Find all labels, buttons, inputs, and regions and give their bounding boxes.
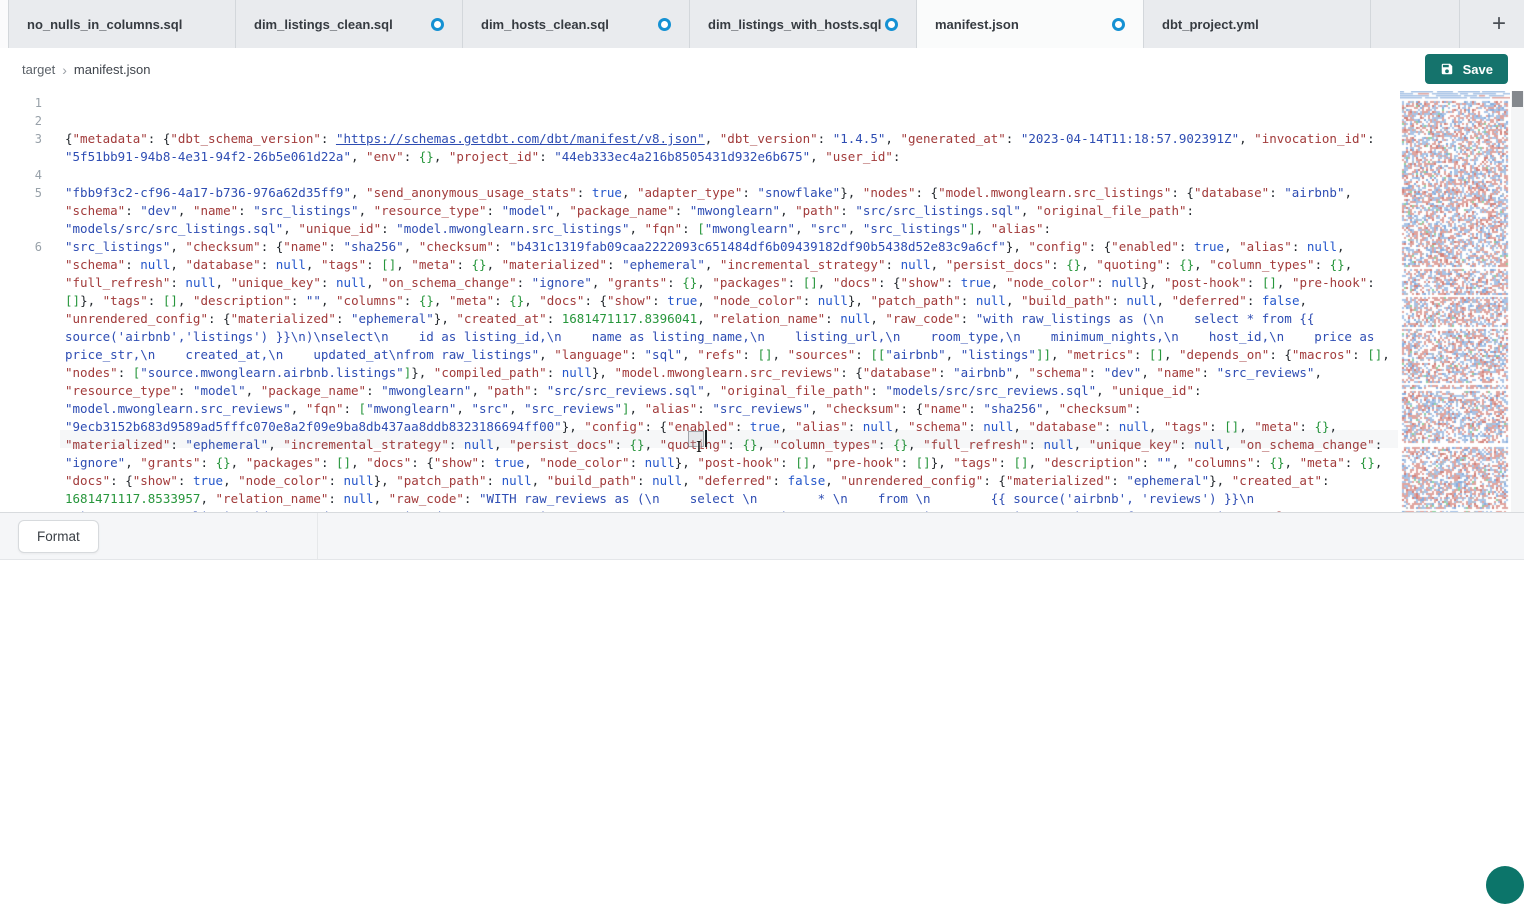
line-number: 2 xyxy=(0,112,65,130)
unsaved-changes-dot-icon xyxy=(885,18,898,31)
tab-label: no_nulls_in_columns.sql xyxy=(27,17,182,32)
line-number: 4 xyxy=(0,166,65,184)
scrollbar-thumb[interactable] xyxy=(1512,91,1523,107)
minimap-canvas xyxy=(1400,91,1510,512)
tab-manifest.json[interactable]: manifest.json xyxy=(917,0,1144,48)
tab-strip-lead xyxy=(0,0,9,48)
plus-icon: + xyxy=(1492,10,1506,38)
tab-dbt_project.yml[interactable]: dbt_project.yml xyxy=(1144,0,1371,48)
code-lines: 1 2 3{"metadata": {"dbt_schema_version":… xyxy=(0,91,1400,512)
code-line-text[interactable] xyxy=(65,94,1400,112)
line-number: 5 xyxy=(0,184,65,238)
breadcrumb-segment-file: manifest.json xyxy=(74,62,151,77)
bottom-toolbar-divider xyxy=(317,513,318,559)
line-number: 3 xyxy=(0,130,65,166)
unsaved-changes-dot-icon xyxy=(658,18,671,31)
code-line-text[interactable]: "src_listings", "checksum": {"name": "sh… xyxy=(65,238,1400,512)
code-line-text[interactable] xyxy=(65,112,1400,130)
format-button[interactable]: Format xyxy=(18,520,99,553)
code-editor[interactable]: 1 2 3{"metadata": {"dbt_schema_version":… xyxy=(0,91,1400,512)
tab-bar-divider xyxy=(1459,0,1460,48)
unsaved-changes-dot-icon xyxy=(431,18,444,31)
tab-dim_listings_clean.sql[interactable]: dim_listings_clean.sql xyxy=(236,0,463,48)
matching-bracket-highlight xyxy=(688,431,704,447)
text-caret xyxy=(705,430,707,447)
code-line-text[interactable] xyxy=(65,166,1400,184)
breadcrumb-bar: target › manifest.json xyxy=(0,48,1524,91)
chevron-right-icon: › xyxy=(62,62,67,78)
tab-no_nulls_in_columns.sql[interactable]: no_nulls_in_columns.sql xyxy=(9,0,236,48)
unsaved-changes-dot-icon xyxy=(1112,18,1125,31)
save-button-label: Save xyxy=(1463,62,1493,77)
tab-label: dim_listings_clean.sql xyxy=(254,17,393,32)
code-line-text[interactable]: "fbb9f3c2-cf96-4a17-b736-976a62d35ff9", … xyxy=(65,184,1400,238)
code-line-text[interactable]: {"metadata": {"dbt_schema_version": "htt… xyxy=(65,130,1400,166)
tab-dim_listings_with_hosts.sql[interactable]: dim_listings_with_hosts.sql xyxy=(690,0,917,48)
floppy-disk-icon xyxy=(1440,62,1454,76)
tab-label: dim_hosts_clean.sql xyxy=(481,17,609,32)
tab-label: dim_listings_with_hosts.sql xyxy=(708,17,881,32)
line-number: 1 xyxy=(0,94,65,112)
new-tab-button[interactable]: + xyxy=(1478,0,1520,48)
breadcrumb-segment-folder[interactable]: target xyxy=(22,62,55,77)
tab-label: dbt_project.yml xyxy=(1162,17,1259,32)
bottom-toolbar xyxy=(0,513,1524,560)
tab-strip: no_nulls_in_columns.sql dim_listings_clea… xyxy=(9,0,1371,48)
vertical-scrollbar[interactable] xyxy=(1511,91,1524,512)
tab-bar: no_nulls_in_columns.sql dim_listings_clea… xyxy=(0,0,1524,49)
tab-dim_hosts_clean.sql[interactable]: dim_hosts_clean.sql xyxy=(463,0,690,48)
line-number: 6 xyxy=(0,238,65,512)
tab-label: manifest.json xyxy=(935,17,1019,32)
minimap[interactable] xyxy=(1400,91,1510,512)
help-chat-bubble-button[interactable] xyxy=(1486,866,1524,904)
save-button[interactable]: Save xyxy=(1425,54,1508,84)
